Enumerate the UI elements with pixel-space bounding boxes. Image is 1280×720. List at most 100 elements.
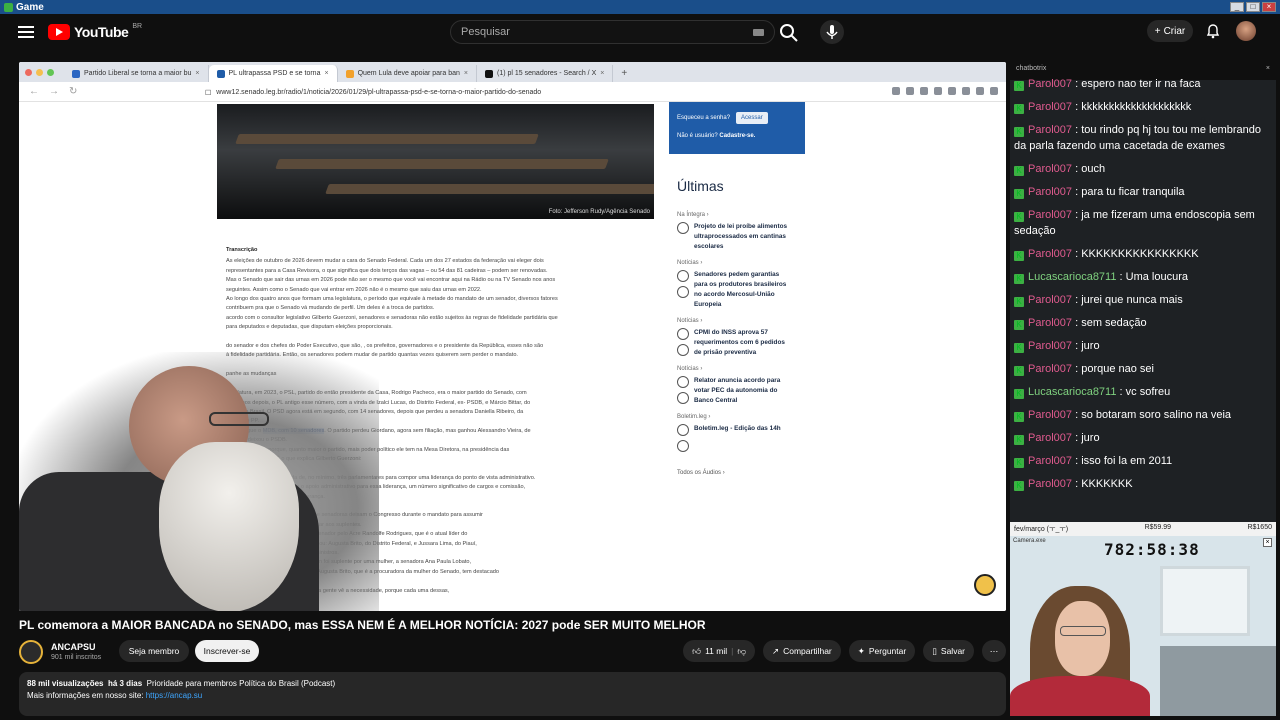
chat-text: vc sofreu	[1125, 386, 1171, 398]
browser-tab[interactable]: (1) pl 15 senadores - Search / X ×	[477, 65, 614, 82]
chat-username[interactable]: Parol007	[1028, 78, 1072, 90]
thumbs-down-icon[interactable]: 👎︎	[737, 646, 746, 657]
news-category[interactable]: Notícias ›	[677, 318, 817, 324]
chat-message: K Parol007 : ouch	[1014, 161, 1276, 177]
keyboard-icon[interactable]	[753, 29, 764, 36]
chat-username[interactable]: Parol007	[1028, 363, 1072, 375]
news-category[interactable]: Na Íntegra ›	[677, 212, 817, 218]
ask-button[interactable]: ✦ Perguntar	[848, 640, 916, 662]
news-title[interactable]: CPMI do INSS aprova 57 requerimentos com…	[694, 328, 792, 358]
site-link[interactable]: https://ancap.su	[146, 691, 202, 700]
chat-username[interactable]: Parol007	[1028, 340, 1072, 352]
browser-tab[interactable]: Partido Liberal se torna a maior bu ×	[64, 65, 209, 82]
youtube-logo[interactable]: YouTube BR	[48, 23, 142, 40]
tab-favicon	[72, 69, 80, 78]
chat-username[interactable]: Parol007	[1028, 294, 1072, 306]
news-title[interactable]: Projeto de lei proíbe alimentos ultrapro…	[694, 222, 792, 252]
chat-text: jurei que nunca mais	[1081, 294, 1183, 306]
browser-tab-active[interactable]: PL ultrapassa PSD e se torna ×	[208, 65, 338, 82]
chat-username[interactable]: Lucascarioca8711	[1028, 271, 1116, 283]
back-icon[interactable]: ←	[29, 86, 39, 97]
search-input[interactable]: Pesquisar	[450, 20, 775, 44]
chat-username[interactable]: Parol007	[1028, 432, 1072, 444]
bookmark-icon: ☐	[205, 89, 212, 97]
kick-badge-icon: K	[1014, 297, 1024, 307]
news-item[interactable]: Relator anuncia acordo para votar PEC da…	[677, 376, 817, 406]
share-button[interactable]: ↗ Compartilhar	[762, 640, 841, 662]
register-link[interactable]: Cadastre-se.	[719, 133, 755, 139]
save-button[interactable]: ▯ Salvar	[923, 640, 974, 662]
webcam-close-icon[interactable]: ×	[1263, 538, 1272, 547]
news-category[interactable]: Boletim.leg ›	[677, 414, 817, 420]
chat-close-icon[interactable]: ×	[1266, 65, 1270, 72]
news-title[interactable]: Boletim.leg - Edição das 14h	[694, 424, 792, 452]
chat-username[interactable]: Parol007	[1028, 248, 1072, 260]
menu-icon[interactable]	[18, 26, 34, 38]
all-audio-link[interactable]: Todos os Áudios ›	[677, 470, 817, 476]
chat-text: Uma loucura	[1125, 271, 1188, 283]
video-player[interactable]: Partido Liberal se torna a maior bu × PL …	[19, 62, 1006, 611]
news-title[interactable]: Relator anuncia acordo para votar PEC da…	[694, 376, 792, 406]
play-audio-icon[interactable]	[677, 376, 689, 388]
chat-message: K Parol007 : so botaram soro salino na ve…	[1014, 407, 1276, 423]
news-item[interactable]: Boletim.leg - Edição das 14h	[677, 424, 817, 452]
play-audio-icon[interactable]	[677, 270, 689, 282]
news-category[interactable]: Notícias ›	[677, 366, 817, 372]
chat-username[interactable]: Parol007	[1028, 101, 1072, 113]
chat-username[interactable]: Parol007	[1028, 124, 1072, 136]
transcript-line: Mas o Senado que sair das urnas em 2026 …	[226, 277, 556, 284]
chat-message: K Parol007 : kkkkkkkkkkkkkkkkkkkk	[1014, 99, 1276, 115]
notifications-bell-icon[interactable]	[1205, 23, 1221, 39]
chat-username[interactable]: Parol007	[1028, 163, 1072, 175]
search-icon[interactable]	[778, 22, 800, 44]
subscribe-button[interactable]: Inscrever-se	[195, 640, 259, 662]
kick-badge-icon: K	[1014, 251, 1024, 261]
chat-message: K Lucascarioca8711 : Uma loucura	[1014, 269, 1276, 285]
chat-username[interactable]: Parol007	[1028, 478, 1072, 490]
url-field[interactable]: ☐ www12.senado.leg.br/radio/1/noticia/202…	[205, 86, 877, 99]
download-icon[interactable]	[677, 440, 689, 452]
voice-search-button[interactable]	[820, 20, 844, 44]
chat-username[interactable]: Parol007	[1028, 186, 1072, 198]
close-button[interactable]: ×	[1262, 2, 1276, 12]
download-icon[interactable]	[677, 392, 689, 404]
transcript-line	[226, 333, 646, 342]
reload-icon[interactable]: ↻	[69, 86, 77, 97]
channel-name[interactable]: ANCAPSU	[51, 642, 96, 652]
chat-username[interactable]: Parol007	[1028, 455, 1072, 467]
chat-username[interactable]: Lucascarioca8711	[1028, 386, 1116, 398]
chat-message: K Parol007 : porque nao sei	[1014, 361, 1276, 377]
play-audio-icon[interactable]	[677, 424, 689, 436]
kick-badge-icon: K	[1014, 412, 1024, 422]
kick-badge-icon: K	[1014, 343, 1024, 353]
browser-tab[interactable]: Quem Lula deve apoiar para ban ×	[338, 65, 478, 82]
youtube-play-icon	[48, 24, 70, 40]
create-button[interactable]: + Criar	[1147, 20, 1193, 42]
play-audio-icon[interactable]	[677, 222, 689, 234]
transcript-line: contribuem pra que o Senado vá mudando d…	[226, 305, 435, 312]
channel-avatar[interactable]	[19, 640, 43, 664]
join-button[interactable]: Seja membro	[119, 640, 189, 662]
minimize-button[interactable]: _	[1230, 2, 1244, 12]
chat-username[interactable]: Parol007	[1028, 209, 1072, 221]
like-button[interactable]: 👍︎ 11 mil | 👎︎	[683, 640, 755, 662]
play-audio-icon[interactable]	[677, 328, 689, 340]
video-description[interactable]: 88 mil visualizações há 3 dias Prioridad…	[19, 672, 1006, 716]
account-avatar[interactable]	[1236, 21, 1256, 41]
news-title[interactable]: Senadores pedem garantias para os produt…	[694, 270, 792, 310]
login-button[interactable]: Acessar	[736, 112, 768, 124]
download-icon[interactable]	[677, 286, 689, 298]
more-options-button[interactable]: ⋯	[982, 640, 1006, 662]
chat-username[interactable]: Parol007	[1028, 409, 1072, 421]
news-item[interactable]: Projeto de lei proíbe alimentos ultrapro…	[677, 222, 817, 252]
chat-username[interactable]: Parol007	[1028, 317, 1072, 329]
download-icon[interactable]	[677, 344, 689, 356]
forward-icon[interactable]: →	[49, 86, 59, 97]
news-item[interactable]: Senadores pedem garantias para os produt…	[677, 270, 817, 310]
maximize-button[interactable]: □	[1246, 2, 1260, 12]
news-category[interactable]: Notícias ›	[677, 260, 817, 266]
forgot-password-link[interactable]: Esqueceu a senha?	[677, 115, 730, 121]
news-item[interactable]: CPMI do INSS aprova 57 requerimentos com…	[677, 328, 817, 358]
stream-clock: 782:58:38	[1104, 540, 1200, 559]
new-tab-icon[interactable]: +	[621, 68, 627, 79]
